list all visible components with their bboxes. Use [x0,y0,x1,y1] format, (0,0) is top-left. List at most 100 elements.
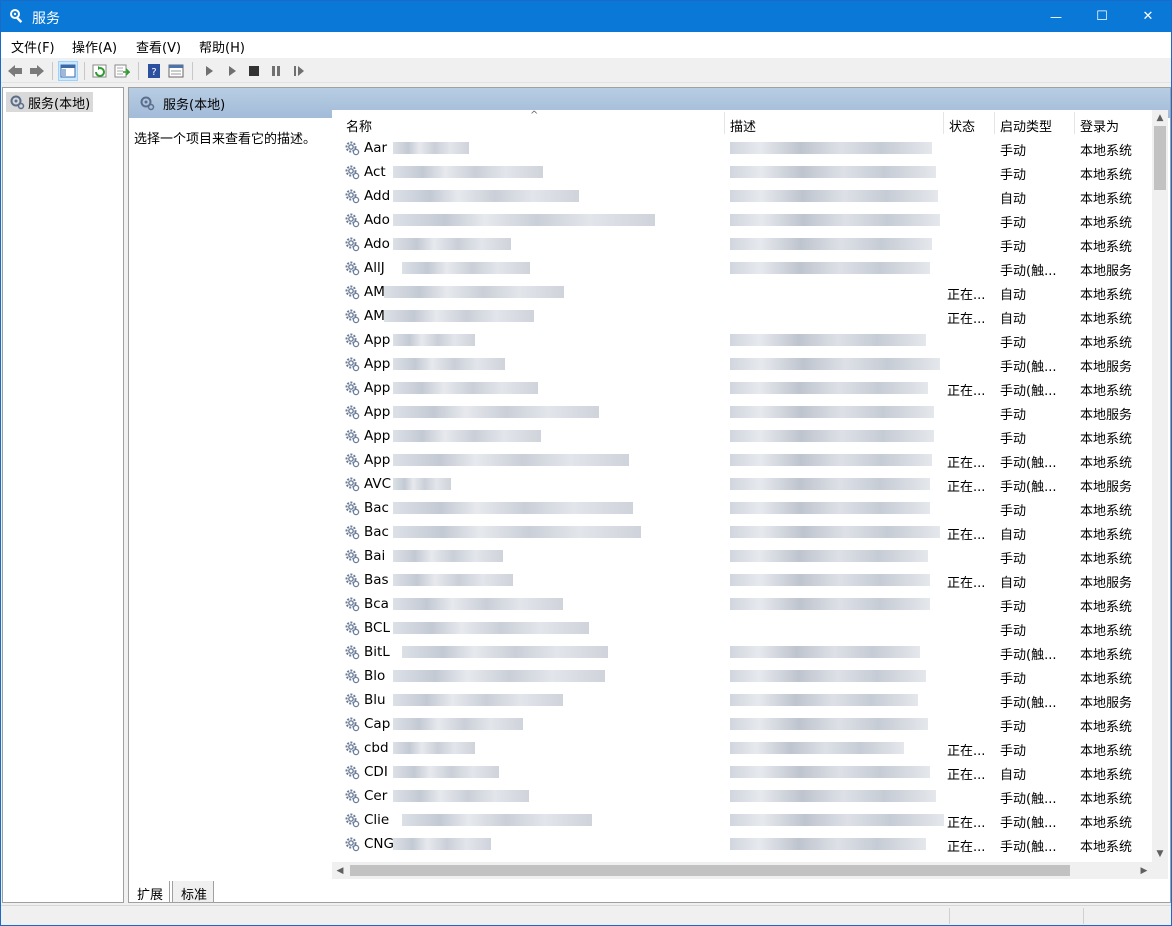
close-button[interactable]: ✕ [1125,1,1171,32]
table-row[interactable]: AM 正在... 自动 本地系统 [332,304,1152,328]
column-header-description[interactable]: 描述 [730,116,756,135]
redacted-description-text [730,550,928,562]
table-row[interactable]: Bca 手动 本地系统 [332,592,1152,616]
menu-help[interactable]: 帮助(H) [199,37,245,56]
table-row[interactable]: CDI 正在... 自动 本地系统 [332,760,1152,784]
redacted-description-text [730,670,926,682]
column-header-startup-type[interactable]: 启动类型 [1000,116,1052,135]
back-button[interactable] [5,61,25,81]
service-logon-as: 本地系统 [1080,144,1133,159]
vertical-scrollbar[interactable]: ▲ ▼ [1152,110,1168,862]
svg-text:?: ? [151,67,156,78]
maximize-button[interactable]: ☐ [1079,1,1125,32]
service-gear-icon [345,405,360,420]
table-row[interactable]: Act 手动 本地系统 [332,160,1152,184]
table-row[interactable]: Bai 手动 本地系统 [332,544,1152,568]
menu-file[interactable]: 文件(F) [11,37,55,56]
table-row[interactable]: Cap 手动 本地系统 [332,712,1152,736]
services-list[interactable]: ^ 名称 描述 状态 启动类型 登录为 Aar 手动 本地系统 Act 手动 本地系统 Ad… [332,110,1168,880]
redacted-description-text [730,382,928,394]
start-service-alt-button[interactable] [222,61,242,81]
table-row[interactable]: Ado 手动 本地系统 [332,208,1152,232]
table-row[interactable]: Blu 手动(触... 本地服务 [332,688,1152,712]
service-gear-icon [345,813,360,828]
table-row[interactable]: BCL 手动 本地系统 [332,616,1152,640]
table-row[interactable]: BitL 手动(触... 本地系统 [332,640,1152,664]
table-row[interactable]: App 手动(触... 本地服务 [332,352,1152,376]
service-logon-as: 本地系统 [1080,240,1133,255]
table-row[interactable]: Bac 手动 本地系统 [332,496,1152,520]
service-name: Add [364,188,391,204]
column-divider[interactable] [724,112,725,134]
table-row[interactable]: CNG 正在... 手动(触... 本地系统 [332,832,1152,856]
service-startup-type: 手动(触... [1000,816,1057,831]
horizontal-scroll-thumb[interactable] [350,865,1070,876]
tab-standard[interactable]: 标准 [172,881,214,903]
table-row[interactable]: AllJ 手动(触... 本地服务 [332,256,1152,280]
scroll-down-icon[interactable]: ▼ [1152,846,1168,862]
forward-button[interactable] [27,61,47,81]
table-row[interactable]: Blo 手动 本地系统 [332,664,1152,688]
table-row[interactable]: App 手动 本地系统 [332,424,1152,448]
table-row[interactable]: Add 自动 本地系统 [332,184,1152,208]
start-service-button[interactable] [199,61,219,81]
column-header-name[interactable]: 名称 [346,116,372,135]
scroll-left-icon[interactable]: ◀ [332,862,348,879]
scroll-up-icon[interactable]: ▲ [1152,110,1168,126]
redacted-description-text [730,742,904,754]
minimize-button[interactable]: — [1033,1,1079,32]
redacted-name-text [384,310,534,322]
service-status: 正在... [947,744,986,759]
table-row[interactable]: Aar 手动 本地系统 [332,136,1152,160]
service-status: 正在... [947,840,986,855]
properties-button[interactable] [166,61,186,81]
toolbar-separator [138,62,139,80]
table-row[interactable]: App 手动 本地服务 [332,400,1152,424]
service-gear-icon [345,669,360,684]
column-divider[interactable] [994,112,995,134]
service-name: Bac [364,500,389,516]
table-row[interactable]: Clie 正在... 手动(触... 本地系统 [332,808,1152,832]
table-row[interactable]: cbd 正在... 手动 本地系统 [332,736,1152,760]
table-row[interactable]: Bas 正在... 自动 本地服务 [332,568,1152,592]
redacted-description-text [730,694,918,706]
show-hide-console-tree-button[interactable] [58,61,78,81]
table-row[interactable]: App 正在... 手动(触... 本地系统 [332,376,1152,400]
resume-service-button[interactable] [289,61,309,81]
menu-view[interactable]: 查看(V) [136,37,181,56]
table-row[interactable]: App 手动 本地系统 [332,328,1152,352]
service-gear-icon [345,381,360,396]
service-status: 正在... [947,288,986,303]
column-header-logon-as[interactable]: 登录为 [1080,116,1119,135]
services-pane: 服务(本地) 选择一个项目来查看它的描述。 ^ 名称 描述 状态 启动类型 登录… [128,87,1171,903]
redacted-description-text [730,214,940,226]
service-logon-as: 本地系统 [1080,384,1133,399]
horizontal-scrollbar[interactable]: ◀ ▶ [332,862,1168,879]
tree-node-services-local[interactable]: 服务(本地) [6,92,94,112]
table-row[interactable]: AM 正在... 自动 本地系统 [332,280,1152,304]
stop-service-button[interactable] [244,61,264,81]
tab-extended[interactable]: 扩展 [128,881,170,903]
redacted-name-text [393,430,541,442]
table-row[interactable]: Ado 手动 本地系统 [332,232,1152,256]
refresh-button[interactable] [90,61,110,81]
vertical-scroll-thumb[interactable] [1154,126,1166,190]
title-bar[interactable]: 服务 — ☐ ✕ [1,1,1171,32]
service-gear-icon [345,789,360,804]
service-status: 正在... [947,312,986,327]
table-row[interactable]: AVC 正在... 手动(触... 本地服务 [332,472,1152,496]
table-row[interactable]: Bac 正在... 自动 本地系统 [332,520,1152,544]
table-row[interactable]: App 正在... 手动(触... 本地系统 [332,448,1152,472]
pause-service-button[interactable] [266,61,286,81]
menu-action[interactable]: 操作(A) [72,37,117,56]
table-row[interactable]: Cer 手动(触... 本地系统 [332,784,1152,808]
export-list-button[interactable] [112,61,132,81]
column-divider[interactable] [943,112,944,134]
service-logon-as: 本地系统 [1080,432,1133,447]
scroll-right-icon[interactable]: ▶ [1136,862,1152,879]
redacted-name-text [393,406,599,418]
redacted-description-text [730,334,926,346]
column-divider[interactable] [1074,112,1075,134]
help-button[interactable]: ? [144,61,164,81]
column-header-status[interactable]: 状态 [949,116,975,135]
